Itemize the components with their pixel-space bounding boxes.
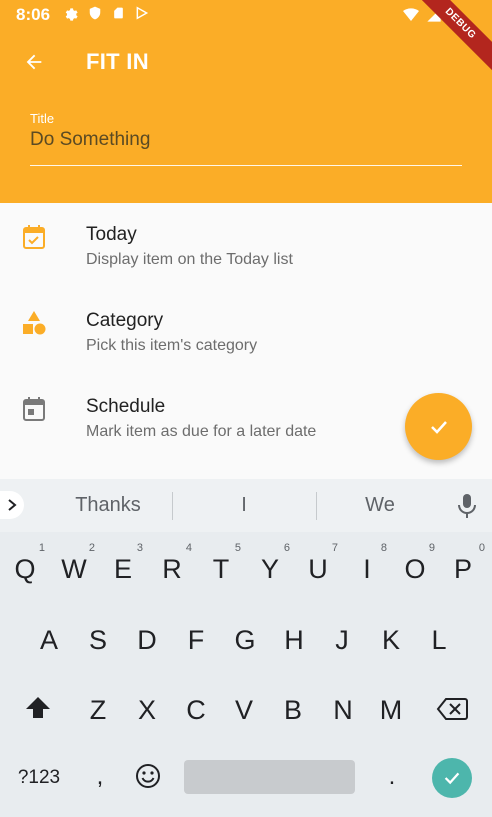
shield-icon xyxy=(89,6,101,20)
key-hint: 3 xyxy=(136,542,143,554)
title-field-label: Title xyxy=(30,111,55,126)
key-label: U xyxy=(308,554,328,584)
key-hint: 0 xyxy=(478,542,485,554)
list-item-subtitle: Pick this item's category xyxy=(86,337,258,354)
key-hint: 7 xyxy=(331,542,338,554)
key-j[interactable]: J xyxy=(330,625,354,656)
status-bar: 8:06 DEBUG xyxy=(0,0,492,74)
key-c[interactable]: C xyxy=(184,695,208,726)
check-icon xyxy=(430,420,447,434)
key-t[interactable]: T5 xyxy=(209,542,241,585)
save-fab-button[interactable] xyxy=(405,393,472,460)
chevron-right-icon xyxy=(8,499,17,511)
key-hint: 8 xyxy=(380,542,387,554)
key-a[interactable]: A xyxy=(37,625,61,656)
back-button[interactable] xyxy=(18,46,50,78)
calendar-check-icon xyxy=(20,223,48,251)
category-shapes-icon xyxy=(20,309,48,337)
list-item-title: Category xyxy=(86,310,164,331)
key-k[interactable]: K xyxy=(379,625,403,656)
backspace-icon xyxy=(436,698,468,720)
key-y[interactable]: Y6 xyxy=(258,542,290,585)
arrow-back-icon xyxy=(26,54,42,70)
space-key[interactable] xyxy=(184,760,355,794)
key-w[interactable]: W2 xyxy=(61,542,95,585)
status-time: 8:06 xyxy=(16,5,51,24)
key-hint: 4 xyxy=(185,542,192,554)
key-g[interactable]: G xyxy=(232,625,258,656)
wifi-icon xyxy=(403,7,419,21)
key-n[interactable]: N xyxy=(330,695,356,726)
key-label: O xyxy=(404,554,426,584)
key-z[interactable]: Z xyxy=(86,695,110,726)
list-item-today[interactable]: Today Display item on the Today list xyxy=(0,203,492,289)
soft-keyboard: Thanks I We Q1 W2 E3 R4 T5 Y6 U7 I8 O9 P… xyxy=(0,479,492,817)
key-s[interactable]: S xyxy=(86,625,110,656)
key-f[interactable]: F xyxy=(184,625,208,656)
key-hint: 6 xyxy=(283,542,290,554)
period-key[interactable]: . xyxy=(382,763,402,791)
suggestion-bar: Thanks I We xyxy=(0,479,492,532)
key-label: W xyxy=(61,554,87,584)
key-d[interactable]: D xyxy=(135,625,159,656)
key-o[interactable]: O9 xyxy=(403,542,435,585)
sd-card-icon xyxy=(114,7,123,19)
key-label: R xyxy=(162,554,182,584)
key-hint: 5 xyxy=(234,542,241,554)
key-hint: 9 xyxy=(428,542,435,554)
calendar-icon xyxy=(20,395,48,423)
shift-icon xyxy=(26,697,50,718)
key-p[interactable]: P0 xyxy=(451,542,485,585)
key-u[interactable]: U7 xyxy=(306,542,338,585)
enter-key[interactable] xyxy=(432,758,472,798)
key-i[interactable]: I8 xyxy=(355,542,387,585)
emoji-key[interactable] xyxy=(134,763,162,796)
shift-key[interactable] xyxy=(24,695,52,728)
suggestion-expand-button[interactable] xyxy=(0,491,24,519)
page-title: FIT IN xyxy=(86,49,149,74)
key-hint: 1 xyxy=(38,542,45,554)
suggestion-2[interactable]: I xyxy=(173,494,315,517)
key-e[interactable]: E3 xyxy=(111,542,143,585)
list-item-category[interactable]: Category Pick this item's category xyxy=(0,289,492,375)
key-label: P xyxy=(453,554,472,584)
title-input-underline xyxy=(30,165,462,166)
key-label: E xyxy=(113,554,132,584)
play-store-icon xyxy=(136,6,149,20)
key-label: Q xyxy=(14,554,36,584)
suggestion-3[interactable]: We xyxy=(317,494,443,517)
key-q[interactable]: Q1 xyxy=(13,542,45,585)
key-label: Y xyxy=(260,554,279,584)
key-m[interactable]: M xyxy=(377,695,405,726)
key-l[interactable]: L xyxy=(427,625,451,656)
emoji-icon xyxy=(136,764,160,788)
list-item-subtitle: Display item on the Today list xyxy=(86,251,293,268)
check-icon xyxy=(444,772,460,785)
key-hint: 2 xyxy=(88,542,95,554)
backspace-key[interactable] xyxy=(436,697,468,728)
symbols-key[interactable]: ?123 xyxy=(12,767,66,789)
suggestion-1[interactable]: Thanks xyxy=(44,494,172,517)
key-h[interactable]: H xyxy=(281,625,307,656)
key-label: I xyxy=(363,554,371,584)
list-item-title: Today xyxy=(86,224,137,245)
list-item-title: Schedule xyxy=(86,396,166,417)
key-label: T xyxy=(212,554,230,584)
comma-key[interactable]: , xyxy=(90,763,110,791)
key-r[interactable]: R4 xyxy=(160,542,192,585)
title-input[interactable] xyxy=(30,128,462,152)
app-bar: 8:06 DEBUG FIT IN Title xyxy=(0,0,492,203)
microphone-icon[interactable] xyxy=(456,493,478,519)
key-v[interactable]: V xyxy=(232,695,256,726)
status-notification-icons xyxy=(62,5,149,21)
key-b[interactable]: B xyxy=(281,695,305,726)
settings-icon xyxy=(65,8,78,21)
list-item-subtitle: Mark item as due for a later date xyxy=(86,423,317,440)
key-x[interactable]: X xyxy=(135,695,159,726)
